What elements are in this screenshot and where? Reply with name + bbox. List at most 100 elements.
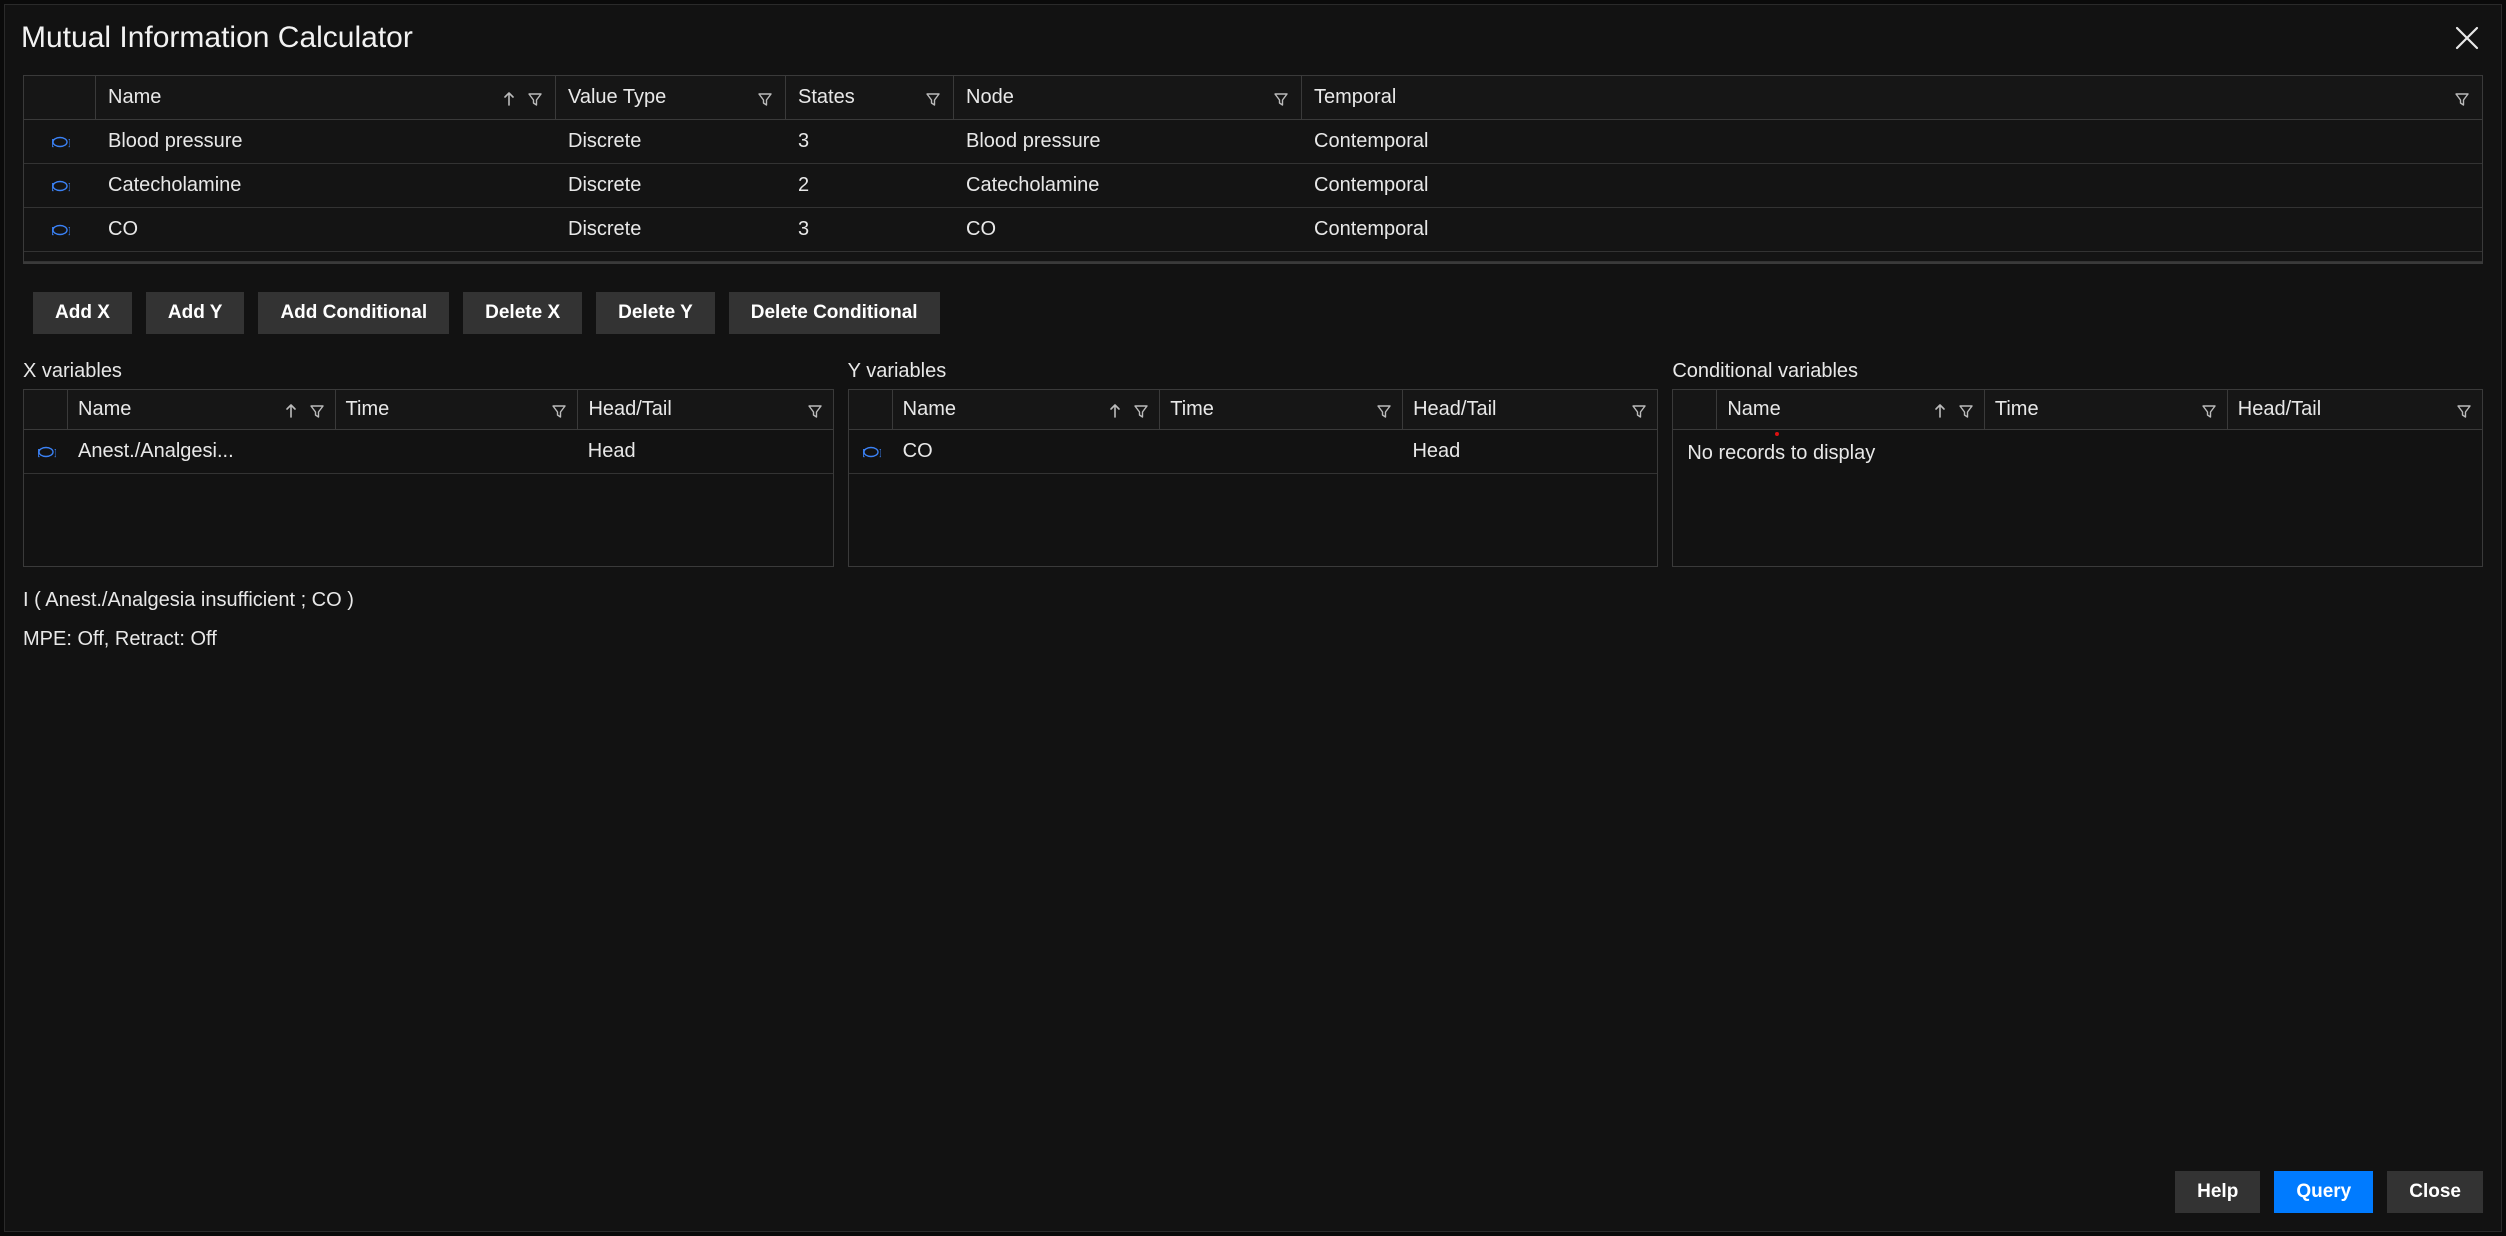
node-icon bbox=[24, 164, 96, 207]
col-time[interactable]: Time bbox=[336, 390, 579, 429]
add-y-button[interactable]: Add Y bbox=[146, 292, 245, 334]
table-row[interactable] bbox=[24, 252, 2482, 262]
cell-node: Catecholamine bbox=[954, 164, 1302, 207]
conditional-variables-label: Conditional variables bbox=[1672, 360, 2483, 389]
col-time-label: Time bbox=[1995, 398, 2039, 421]
close-button[interactable]: Close bbox=[2387, 1171, 2483, 1213]
table-row[interactable]: CO Head bbox=[849, 430, 1658, 474]
col-head-tail[interactable]: Head/Tail bbox=[578, 390, 832, 429]
col-name-label: Name bbox=[108, 86, 161, 109]
sort-asc-icon[interactable] bbox=[1107, 402, 1123, 418]
filter-icon[interactable] bbox=[2456, 402, 2472, 418]
node-icon bbox=[849, 430, 893, 473]
filter-icon[interactable] bbox=[2201, 402, 2217, 418]
action-buttons: Add X Add Y Add Conditional Delete X Del… bbox=[23, 264, 2483, 360]
col-name[interactable]: Name bbox=[68, 390, 336, 429]
cell-states: 3 bbox=[786, 208, 954, 251]
col-icon[interactable] bbox=[1673, 390, 1717, 429]
col-head-tail-label: Head/Tail bbox=[588, 398, 671, 421]
variable-sections: X variables Name Time bbox=[23, 360, 2483, 575]
cell-node: Blood pressure bbox=[954, 120, 1302, 163]
y-variables-label: Y variables bbox=[848, 360, 1659, 389]
col-node-label: Node bbox=[966, 86, 1014, 109]
cell-head-tail: Head bbox=[578, 430, 833, 473]
filter-icon[interactable] bbox=[1133, 402, 1149, 418]
status-text: MPE: Off, Retract: Off bbox=[23, 620, 2483, 651]
delete-y-button[interactable]: Delete Y bbox=[596, 292, 715, 334]
col-name-label: Name bbox=[1727, 398, 1780, 421]
no-records-text: No records to display bbox=[1673, 430, 2482, 477]
add-conditional-button[interactable]: Add Conditional bbox=[258, 292, 449, 334]
col-head-tail[interactable]: Head/Tail bbox=[2228, 390, 2482, 429]
col-time[interactable]: Time bbox=[1985, 390, 2228, 429]
col-name-label: Name bbox=[903, 398, 956, 421]
cell-node: CO bbox=[954, 208, 1302, 251]
cell-name: Blood pressure bbox=[96, 120, 556, 163]
dialog-title: Mutual Information Calculator bbox=[21, 21, 413, 55]
sort-asc-icon[interactable] bbox=[283, 402, 299, 418]
col-time-label: Time bbox=[346, 398, 390, 421]
delete-conditional-button[interactable]: Delete Conditional bbox=[729, 292, 940, 334]
x-variables-table: Name Time Head/Tail bbox=[23, 389, 834, 567]
table-row[interactable]: Blood pressure Discrete 3 Blood pressure… bbox=[24, 120, 2482, 164]
col-icon[interactable] bbox=[24, 390, 68, 429]
filter-icon[interactable] bbox=[925, 90, 941, 106]
col-head-tail-label: Head/Tail bbox=[1413, 398, 1496, 421]
y-variables-table: Name Time Head/Tail bbox=[848, 389, 1659, 567]
cell-time bbox=[1160, 430, 1403, 473]
table-row[interactable]: Catecholamine Discrete 2 Catecholamine C… bbox=[24, 164, 2482, 208]
cell-temporal: Contemporal bbox=[1302, 208, 2482, 251]
col-value-type-label: Value Type bbox=[568, 86, 666, 109]
col-time[interactable]: Time bbox=[1160, 390, 1403, 429]
table-row[interactable]: CO Discrete 3 CO Contemporal bbox=[24, 208, 2482, 252]
node-icon bbox=[24, 120, 96, 163]
x-variables-label: X variables bbox=[23, 360, 834, 389]
col-head-tail-label: Head/Tail bbox=[2238, 398, 2321, 421]
cell-states: 2 bbox=[786, 164, 954, 207]
help-button[interactable]: Help bbox=[2175, 1171, 2260, 1213]
table-row[interactable]: Anest./Analgesi... Head bbox=[24, 430, 833, 474]
cell-value-type: Discrete bbox=[556, 208, 786, 251]
col-name[interactable]: Name bbox=[96, 76, 556, 119]
filter-icon[interactable] bbox=[1958, 402, 1974, 418]
filter-icon[interactable] bbox=[1631, 402, 1647, 418]
variables-table: Name Value Type States Node bbox=[23, 75, 2483, 264]
col-states[interactable]: States bbox=[786, 76, 954, 119]
cell-name: CO bbox=[893, 430, 1160, 473]
sort-asc-icon[interactable] bbox=[1932, 402, 1948, 418]
close-icon[interactable] bbox=[2453, 24, 2481, 52]
filter-icon[interactable] bbox=[1273, 90, 1289, 106]
filter-icon[interactable] bbox=[807, 402, 823, 418]
cell-name: Catecholamine bbox=[96, 164, 556, 207]
query-button[interactable]: Query bbox=[2274, 1171, 2373, 1213]
delete-x-button[interactable]: Delete X bbox=[463, 292, 582, 334]
filter-icon[interactable] bbox=[757, 90, 773, 106]
filter-icon[interactable] bbox=[527, 90, 543, 106]
filter-icon[interactable] bbox=[309, 402, 325, 418]
add-x-button[interactable]: Add X bbox=[33, 292, 132, 334]
col-name[interactable]: Name bbox=[893, 390, 1161, 429]
filter-icon[interactable] bbox=[551, 402, 567, 418]
col-name[interactable]: Name bbox=[1717, 390, 1985, 429]
variables-table-header: Name Value Type States Node bbox=[24, 76, 2482, 120]
cell-head-tail: Head bbox=[1402, 430, 1657, 473]
col-icon[interactable] bbox=[849, 390, 893, 429]
mutual-info-dialog: Mutual Information Calculator Name Value… bbox=[4, 4, 2502, 1232]
col-value-type[interactable]: Value Type bbox=[556, 76, 786, 119]
filter-icon[interactable] bbox=[1376, 402, 1392, 418]
col-node[interactable]: Node bbox=[954, 76, 1302, 119]
titlebar: Mutual Information Calculator bbox=[5, 5, 2501, 75]
node-icon bbox=[24, 208, 96, 251]
col-states-label: States bbox=[798, 86, 855, 109]
variables-table-body[interactable]: Blood pressure Discrete 3 Blood pressure… bbox=[24, 120, 2482, 263]
col-temporal[interactable]: Temporal bbox=[1302, 76, 2482, 119]
col-time-label: Time bbox=[1170, 398, 1214, 421]
cell-name: Anest./Analgesi... bbox=[68, 430, 335, 473]
cell-name: CO bbox=[96, 208, 556, 251]
col-name-label: Name bbox=[78, 398, 131, 421]
filter-icon[interactable] bbox=[2454, 90, 2470, 106]
col-icon[interactable] bbox=[24, 76, 96, 119]
sort-asc-icon[interactable] bbox=[501, 90, 517, 106]
no-records-label: No records to display bbox=[1687, 442, 1875, 464]
col-head-tail[interactable]: Head/Tail bbox=[1403, 390, 1657, 429]
